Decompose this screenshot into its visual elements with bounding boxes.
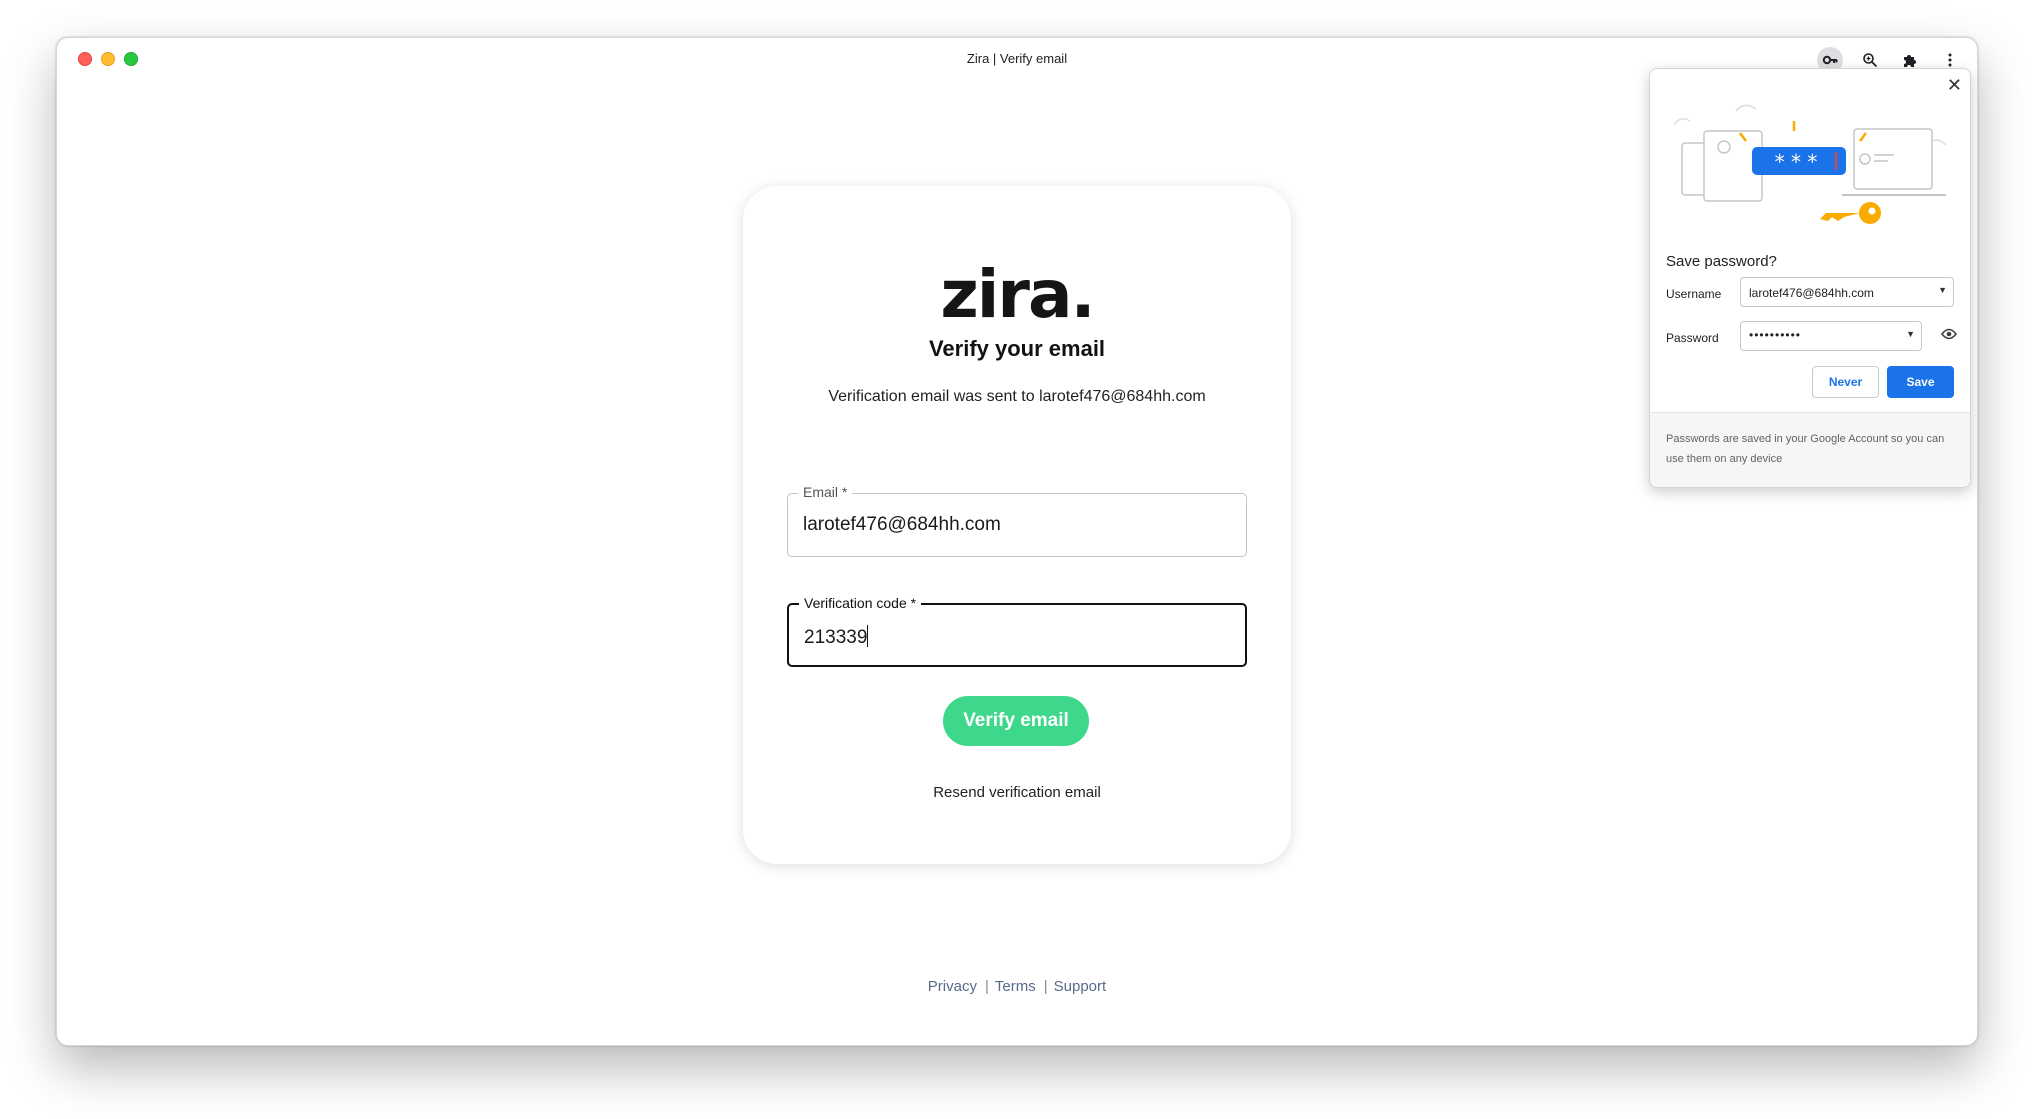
save-password-button[interactable]: Save bbox=[1887, 366, 1954, 398]
chevron-down-icon: ▼ bbox=[1906, 329, 1915, 339]
save-password-title: Save password? bbox=[1666, 253, 1777, 270]
footer-separator: | bbox=[1043, 978, 1048, 995]
popup-footer-text: Passwords are saved in your Google Accou… bbox=[1666, 433, 1945, 465]
password-label: Password bbox=[1666, 331, 1719, 345]
verification-code-label: Verification code * bbox=[799, 595, 922, 611]
verification-code-field[interactable]: Verification code * 213339 bbox=[787, 595, 1247, 667]
window-title: Zira | Verify email bbox=[966, 51, 1068, 66]
password-illustration-icon: * * * bbox=[1673, 104, 1947, 224]
footer-links: Privacy | Terms | Support bbox=[57, 978, 1977, 995]
privacy-link[interactable]: Privacy bbox=[928, 978, 977, 995]
verification-message: Verification email was sent to larotef47… bbox=[828, 388, 1206, 405]
username-value: larotef476@684hh.com bbox=[1749, 286, 1874, 300]
email-field-label: Email * bbox=[798, 484, 853, 500]
browser-window: Zira | Verify email zira. Verify your em… bbox=[56, 37, 1978, 1046]
never-button[interactable]: Never bbox=[1812, 366, 1879, 398]
verify-email-button[interactable]: Verify email bbox=[943, 696, 1089, 746]
resend-verification-link[interactable]: Resend verification email bbox=[743, 784, 1291, 801]
eye-icon[interactable] bbox=[1940, 327, 1958, 345]
verification-code-value: 213339 bbox=[804, 627, 868, 648]
terms-link[interactable]: Terms bbox=[995, 978, 1036, 995]
save-password-popup: ✕ * * * Save password? Username larotef4… bbox=[1649, 68, 1971, 488]
illustration-text: * * * bbox=[1775, 150, 1818, 174]
page-title: Verify your email bbox=[928, 336, 1106, 361]
username-label: Username bbox=[1666, 287, 1722, 301]
password-select[interactable]: •••••••••• ▼ bbox=[1740, 321, 1922, 351]
support-link[interactable]: Support bbox=[1054, 978, 1107, 995]
password-value: •••••••••• bbox=[1749, 328, 1802, 342]
zira-logo: zira. bbox=[940, 256, 1095, 333]
email-field[interactable]: Email * larotef476@684hh.com bbox=[787, 484, 1247, 557]
chevron-down-icon: ▼ bbox=[1938, 285, 1947, 295]
email-field-value: larotef476@684hh.com bbox=[803, 514, 1001, 535]
footer-separator: | bbox=[984, 978, 989, 995]
popup-footer: Passwords are saved in your Google Accou… bbox=[1650, 412, 1970, 487]
text-caret bbox=[867, 625, 869, 647]
username-select[interactable]: larotef476@684hh.com ▼ bbox=[1740, 277, 1954, 307]
verify-card: zira. Verify your email Verification ema… bbox=[743, 186, 1291, 864]
verification-code-value-wrap: 213339 bbox=[804, 625, 869, 649]
